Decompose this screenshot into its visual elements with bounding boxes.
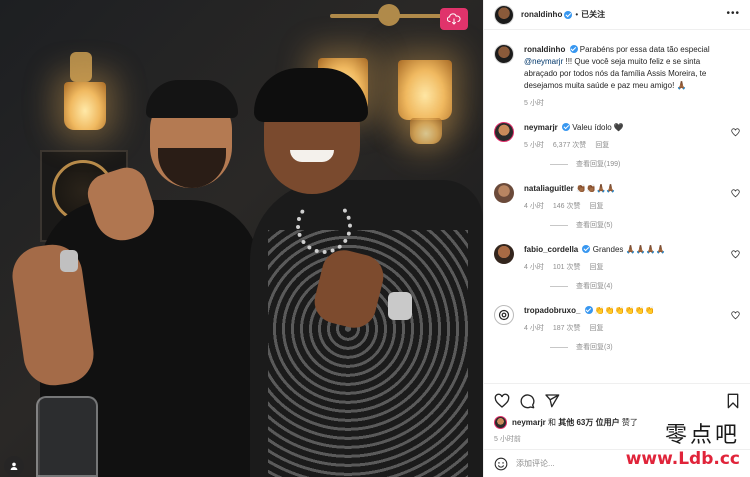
chandelier-hub	[378, 4, 400, 26]
caption-text: Parabéns por essa data tão especial	[579, 45, 710, 54]
comment-like-count[interactable]: 101 次赞	[553, 262, 581, 272]
likes-summary: neymarjr 和 其他 63万 位用户 赞了	[494, 416, 741, 429]
verified-icon	[582, 245, 591, 253]
wristwatch-left	[60, 250, 78, 272]
heart-icon[interactable]	[731, 311, 740, 320]
header-separator: •	[575, 10, 579, 19]
more-options-icon[interactable]: •••	[726, 9, 740, 19]
likes-others-link[interactable]: 其他 63万 位用户	[558, 418, 619, 427]
table-glass	[36, 396, 98, 477]
verified-icon	[569, 45, 578, 53]
download-button[interactable]	[440, 8, 468, 30]
view-replies-button[interactable]: 查看回复(4)	[550, 281, 722, 291]
action-icons	[494, 390, 741, 412]
heart-icon[interactable]	[731, 189, 740, 198]
bookmark-icon[interactable]	[725, 393, 741, 409]
likes-suffix: 赞了	[621, 418, 638, 427]
author-username[interactable]: ronaldinho	[521, 10, 562, 19]
comment-text: Valeu ídolo 🖤	[572, 123, 624, 132]
follow-status-button[interactable]: 已关注	[581, 9, 605, 20]
post-timestamp: 5 小时前	[494, 436, 521, 443]
comment-reply-button[interactable]: 回复	[589, 262, 603, 272]
view-replies-button[interactable]: 查看回复(3)	[550, 342, 722, 352]
likes-conjunction: 和	[548, 418, 557, 427]
download-icon	[447, 13, 461, 25]
commenter-username[interactable]: nataliaguitler	[524, 184, 574, 193]
commenter-avatar[interactable]	[494, 244, 514, 264]
heart-icon[interactable]	[731, 128, 740, 137]
commenter-username[interactable]: fabio_cordella	[524, 245, 578, 254]
heart-icon[interactable]	[731, 250, 740, 259]
person-left-beard	[158, 148, 226, 188]
comment-item: tropadobruxo_ 👏👏👏👏👏👏 4 小时 187 次赞 回复 查看回复…	[494, 305, 740, 352]
comment-timestamp: 4 小时	[524, 203, 544, 210]
comment-reply-button[interactable]: 回复	[589, 323, 603, 333]
commenter-avatar[interactable]	[494, 305, 514, 325]
comment-item: nataliaguitler 👏🏾👏🏾🙏🏾🙏🏾 4 小时 146 次赞 回复 查…	[494, 183, 740, 230]
heart-icon[interactable]	[494, 393, 510, 409]
caption-mention-link[interactable]: @neymarjr	[524, 57, 563, 66]
comment-item: fabio_cordella Grandes 🙏🏾🙏🏾🙏🏾🙏🏾 4 小时 101…	[494, 244, 740, 291]
verified-icon	[584, 306, 593, 314]
comment-text: Grandes 🙏🏾🙏🏾🙏🏾🙏🏾	[592, 245, 666, 254]
chandelier-lamp-back	[410, 118, 442, 144]
comments-list[interactable]: ronaldinho Parabéns por essa data tão es…	[484, 30, 750, 382]
comment-item: neymarjr Valeu ídolo 🖤 5 小时 6,377 次赞 回复 …	[494, 122, 740, 169]
emoji-icon[interactable]	[494, 457, 508, 471]
post-actions: neymarjr 和 其他 63万 位用户 赞了 5 小时前	[484, 383, 750, 444]
author-avatar[interactable]	[494, 4, 514, 25]
tag-icon	[10, 462, 18, 470]
comment-like-count[interactable]: 187 次赞	[553, 323, 581, 333]
comment-reply-button[interactable]: 回复	[589, 201, 603, 211]
comment-text: 👏👏👏👏👏👏	[594, 306, 655, 315]
wristwatch-right	[388, 292, 412, 320]
post-header: ronaldinho • 已关注 •••	[484, 0, 750, 30]
wall-lamp	[64, 82, 106, 130]
caption-timestamp: 5 小时	[524, 100, 544, 107]
comment-like-count[interactable]: 146 次赞	[553, 201, 581, 211]
post-caption: ronaldinho Parabéns por essa data tão es…	[494, 44, 740, 108]
comment-text: 👏🏾👏🏾🙏🏾🙏🏾	[576, 184, 616, 193]
post-sidebar: ronaldinho • 已关注 ••• ronaldinho Parabéns…	[483, 0, 750, 477]
caption-username[interactable]: ronaldinho	[524, 45, 565, 54]
commenter-avatar[interactable]	[494, 122, 514, 142]
view-replies-button[interactable]: 查看回复(199)	[550, 159, 722, 169]
post-photo[interactable]	[0, 0, 483, 477]
comment-timestamp: 4 小时	[524, 325, 544, 332]
necklace-chain	[296, 198, 352, 254]
tagged-users-button[interactable]	[4, 456, 24, 476]
comment-icon[interactable]	[519, 393, 535, 409]
share-icon[interactable]	[544, 393, 560, 409]
verified-icon	[564, 10, 573, 19]
sconce-mount	[70, 52, 92, 82]
comment-timestamp: 4 小时	[524, 264, 544, 271]
liker-avatar[interactable]	[494, 416, 507, 429]
comment-like-count[interactable]: 6,377 次赞	[553, 140, 586, 150]
commenter-username[interactable]: neymarjr	[524, 123, 558, 132]
caption-avatar[interactable]	[494, 44, 514, 64]
chandelier-lamp-right	[398, 60, 452, 120]
liker-username[interactable]: neymarjr	[512, 418, 546, 427]
view-replies-button[interactable]: 查看回复(5)	[550, 220, 722, 230]
commenter-avatar[interactable]	[494, 183, 514, 203]
comment-reply-button[interactable]: 回复	[595, 140, 609, 150]
commenter-username[interactable]: tropadobruxo_	[524, 306, 580, 315]
comment-timestamp: 5 小时	[524, 142, 544, 149]
verified-icon	[562, 123, 571, 131]
add-comment-input[interactable]	[516, 459, 626, 468]
threads-icon	[498, 309, 510, 321]
person-right-smile	[290, 150, 334, 162]
person-left-cap	[146, 80, 238, 118]
add-comment-bar	[484, 449, 750, 477]
